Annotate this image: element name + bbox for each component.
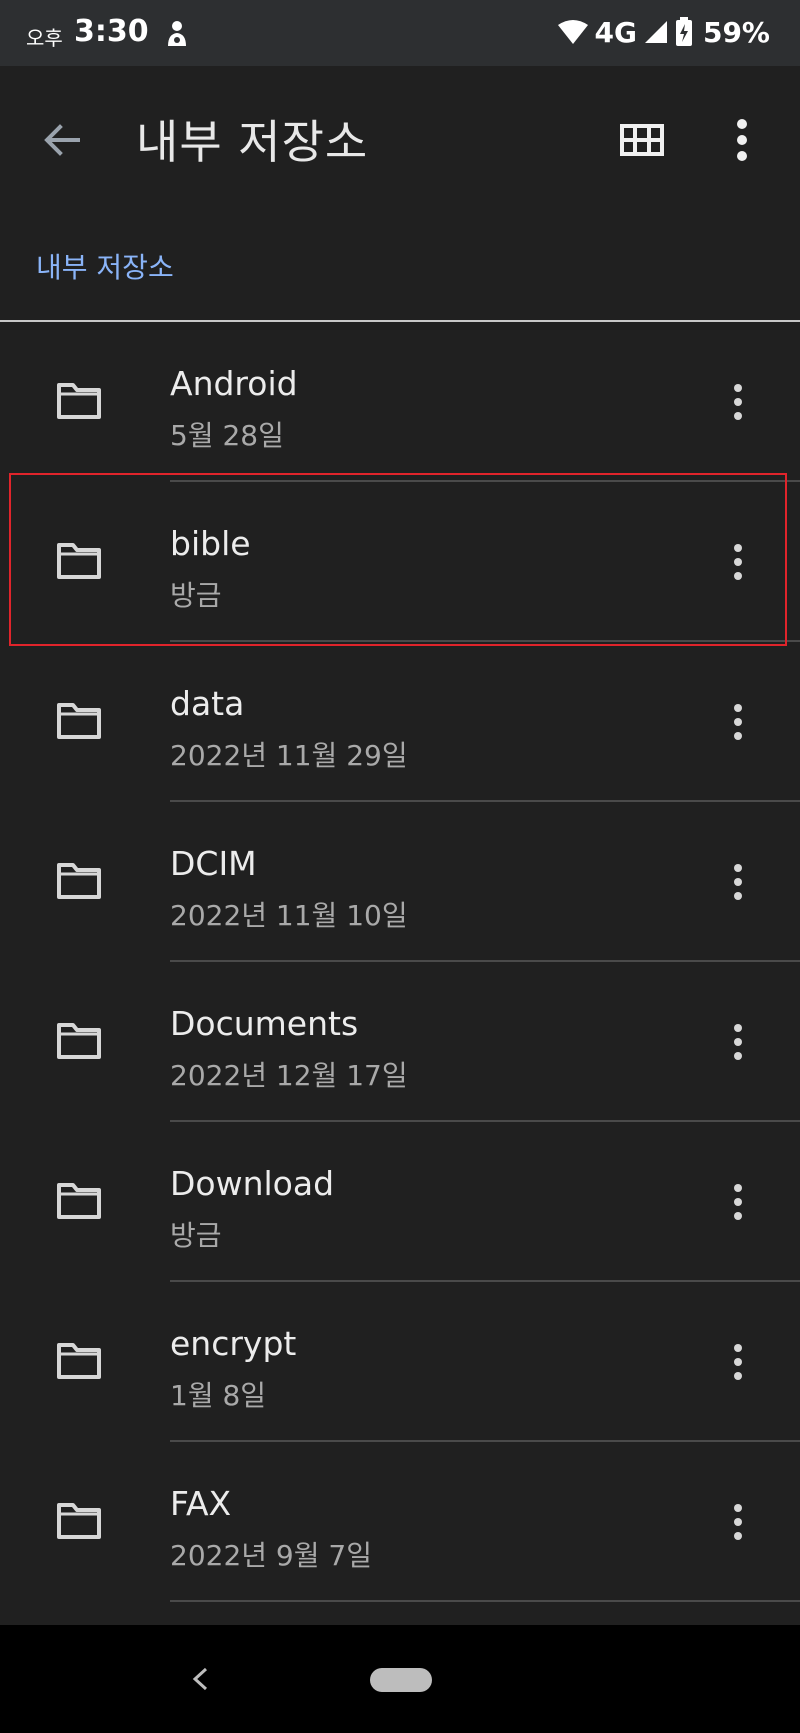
nav-home-pill[interactable] [370, 1668, 432, 1692]
battery-percentage: 59% [702, 15, 770, 49]
app-notification-icon [168, 21, 186, 46]
signal-icon [644, 21, 667, 43]
nav-back-icon[interactable] [186, 1663, 214, 1695]
more-vert-icon[interactable] [722, 1340, 754, 1384]
status-time: 3:30 [74, 14, 149, 49]
file-date: 2022년 9월 7일 [170, 1539, 372, 1572]
file-name: FAX [170, 1484, 232, 1523]
file-row-fax[interactable]: FAX 2022년 9월 7일 [0, 1442, 800, 1602]
more-vert-icon[interactable] [722, 1180, 754, 1224]
file-row-download[interactable]: Download 방금 [0, 1122, 800, 1282]
file-name: DCIM [170, 844, 257, 883]
file-name: encrypt [170, 1324, 297, 1363]
folder-icon [57, 863, 101, 899]
file-date: 5월 28일 [170, 419, 284, 452]
file-name: data [170, 684, 245, 723]
file-name: Documents [170, 1004, 359, 1043]
more-vert-icon[interactable] [722, 1020, 754, 1064]
more-vert-icon[interactable] [722, 112, 762, 168]
file-name: Android [170, 364, 298, 403]
folder-icon [57, 1183, 101, 1219]
file-date: 2022년 12월 17일 [170, 1059, 408, 1092]
status-time-prefix: 오후 [26, 26, 63, 50]
file-date: 2022년 11월 10일 [170, 899, 408, 932]
file-date: 방금 [170, 1219, 222, 1252]
arrow-back-icon[interactable] [36, 114, 88, 166]
status-bar: 오후 3:30 4G 59% [0, 0, 800, 66]
more-vert-icon[interactable] [722, 1500, 754, 1544]
file-row-encrypt[interactable]: encrypt 1월 8일 [0, 1282, 800, 1442]
file-name: Download [170, 1164, 335, 1203]
file-row-android[interactable]: Android 5월 28일 [0, 322, 800, 482]
folder-icon [57, 1343, 101, 1379]
folder-icon [57, 703, 101, 739]
wifi-icon [557, 20, 588, 44]
file-row-data[interactable]: data 2022년 11월 29일 [0, 642, 800, 802]
more-vert-icon[interactable] [722, 860, 754, 904]
navigation-bar [0, 1625, 800, 1733]
file-row-dcim[interactable]: DCIM 2022년 11월 10일 [0, 802, 800, 962]
status-indicators: 4G 59% [557, 14, 770, 50]
file-row-documents[interactable]: Documents 2022년 12월 17일 [0, 962, 800, 1122]
page-title: 내부 저장소 [136, 115, 369, 169]
folder-icon [57, 1503, 101, 1539]
folder-icon [57, 1023, 101, 1059]
network-type-label: 4G [594, 15, 637, 49]
file-date: 1월 8일 [170, 1379, 267, 1412]
row-divider [170, 1600, 800, 1602]
grid-view-icon[interactable] [616, 114, 668, 166]
more-vert-icon[interactable] [722, 700, 754, 744]
breadcrumb[interactable]: 내부 저장소 [36, 246, 174, 286]
folder-icon [57, 383, 101, 419]
highlight-annotation [9, 473, 787, 646]
battery-charging-icon [675, 17, 692, 46]
more-vert-icon[interactable] [722, 380, 754, 424]
file-date: 2022년 11월 29일 [170, 739, 408, 772]
app-bar: 내부 저장소 [0, 66, 800, 206]
